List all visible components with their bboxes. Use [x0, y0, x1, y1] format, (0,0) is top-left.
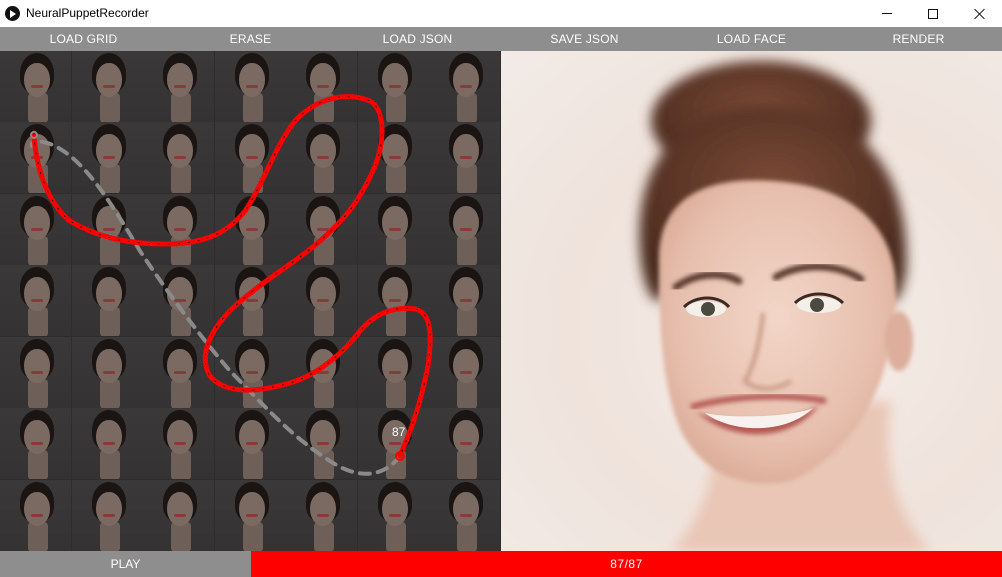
- return-path: [29, 139, 402, 476]
- load-grid-button[interactable]: LOAD GRID: [0, 27, 167, 51]
- minimize-icon: [882, 13, 892, 14]
- puppet-grid-canvas[interactable]: 87: [0, 51, 501, 551]
- play-button[interactable]: PLAY: [0, 551, 251, 577]
- toolbar: LOAD GRID ERASE LOAD JSON SAVE JSON LOAD…: [0, 27, 1002, 51]
- recorded-path-samples: [33, 96, 431, 457]
- maximize-button[interactable]: [910, 0, 956, 27]
- timeline-scrubber[interactable]: 87/87: [251, 551, 1002, 577]
- recorded-path: [31, 94, 433, 459]
- frame-counter: 87/87: [610, 557, 643, 571]
- load-json-button[interactable]: LOAD JSON: [334, 27, 501, 51]
- play-app-icon: [5, 6, 20, 21]
- window-title: NeuralPuppetRecorder: [26, 6, 149, 20]
- render-button[interactable]: RENDER: [835, 27, 1002, 51]
- close-icon: [973, 8, 985, 20]
- face-preview-panel: [501, 51, 1002, 551]
- title-bar: NeuralPuppetRecorder: [0, 0, 1002, 27]
- generated-face-image: [639, 61, 931, 551]
- maximize-icon: [928, 8, 938, 19]
- close-button[interactable]: [956, 0, 1002, 27]
- puppet-path-overlay: [29, 94, 433, 476]
- erase-button[interactable]: ERASE: [167, 27, 334, 51]
- minimize-button[interactable]: [864, 0, 910, 27]
- current-frame-label: 87: [392, 425, 406, 439]
- save-json-button[interactable]: SAVE JSON: [501, 27, 668, 51]
- load-face-button[interactable]: LOAD FACE: [668, 27, 835, 51]
